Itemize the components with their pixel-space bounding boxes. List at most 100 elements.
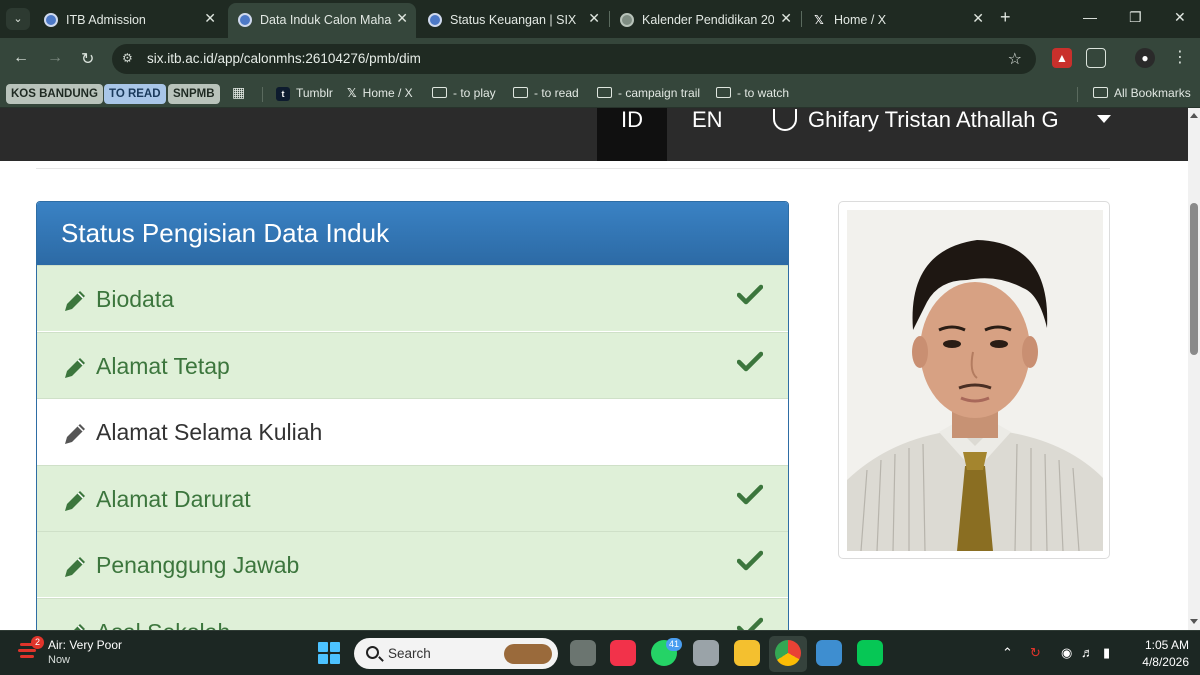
bookmark-snpmb[interactable]: SNPMB — [168, 84, 220, 104]
clock-date[interactable]: 4/8/2026 — [1131, 655, 1189, 669]
camera-icon[interactable] — [693, 640, 719, 666]
wifi-icon[interactable]: ◉ — [1061, 645, 1072, 661]
sync-icon[interactable]: ↻ — [1030, 645, 1041, 661]
bookmark-to-read[interactable]: TO READ — [104, 84, 166, 104]
battery-icon[interactable]: ▮ — [1103, 645, 1110, 661]
status-item[interactable]: Alamat Darurat — [37, 464, 788, 531]
bookmark-folder-campaign-trail[interactable]: - campaign trail — [597, 86, 700, 100]
bookmark-tumblr[interactable]: t Tumblr — [276, 86, 333, 101]
status-item[interactable]: Alamat Tetap — [37, 331, 788, 398]
status-panel: Status Pengisian Data Induk Biodata Alama… — [36, 201, 789, 630]
close-window-icon[interactable]: ✕ — [1174, 9, 1186, 26]
tab-search-chevron-icon[interactable]: ⌄ — [6, 8, 30, 30]
pencil-icon — [65, 291, 85, 311]
status-item[interactable]: Alamat Selama Kuliah — [37, 398, 788, 464]
minimize-icon[interactable]: — — [1083, 9, 1097, 25]
status-item[interactable]: Biodata — [37, 265, 788, 331]
tab-kalender-pendidikan[interactable]: Kalender Pendidikan 2026 ✕ — [610, 3, 800, 35]
itb-icon — [238, 13, 252, 27]
tab-itb-admission[interactable]: ITB Admission ✕ — [34, 3, 224, 35]
taskbar-search[interactable]: Search — [354, 638, 558, 669]
status-item-label[interactable]: Alamat Tetap — [96, 353, 230, 380]
scrollbar-thumb[interactable] — [1190, 203, 1198, 355]
x-icon: 𝕏 — [814, 13, 824, 27]
line-app-icon[interactable] — [857, 640, 883, 666]
globe-icon — [620, 13, 634, 27]
windows-start-icon[interactable] — [318, 642, 340, 664]
tab-data-induk[interactable]: Data Induk Calon Mahasiswa ✕ — [228, 3, 416, 38]
search-highlight-image — [504, 644, 552, 664]
panel-title: Status Pengisian Data Induk — [61, 218, 390, 248]
close-icon[interactable]: ✕ — [972, 10, 984, 27]
file-explorer-icon[interactable] — [734, 640, 760, 666]
status-item-label[interactable]: Asal Sekolah — [96, 619, 230, 631]
all-bookmarks[interactable]: All Bookmarks — [1093, 86, 1191, 100]
extensions-icon[interactable] — [1086, 48, 1106, 68]
bookmark-folder-to-watch[interactable]: - to watch — [716, 86, 789, 100]
chevron-up-icon[interactable]: ⌃ — [1002, 645, 1013, 661]
task-view-icon[interactable] — [570, 640, 596, 666]
pencil-icon — [65, 357, 85, 378]
address-bar[interactable]: ⚙ six.itb.ac.id/app/calonmhs:26104276/pm… — [112, 44, 1036, 74]
browser-tab-bar: ⌄ ITB Admission ✕ Data Induk Calon Mahas… — [0, 0, 1200, 38]
scroll-down-arrow-icon[interactable] — [1190, 619, 1198, 624]
bookmark-label: - to read — [534, 86, 579, 100]
profile-avatar[interactable]: ● — [1135, 48, 1155, 68]
back-icon[interactable]: ← — [13, 49, 29, 67]
divider — [36, 168, 1110, 169]
bookmark-label: Home / X — [362, 86, 413, 100]
close-icon[interactable]: ✕ — [780, 10, 792, 27]
tab-title: Status Keuangan | SIX — [450, 13, 577, 27]
language-en-button[interactable]: EN — [692, 108, 723, 132]
pencil-icon — [65, 557, 85, 577]
caret-down-icon[interactable] — [1097, 115, 1111, 123]
site-navbar: ID EN Ghifary Tristan Athallah G — [0, 108, 1188, 161]
tab-title: Home / X — [834, 13, 887, 27]
close-icon[interactable]: ✕ — [588, 10, 600, 27]
music-app-icon[interactable] — [610, 640, 636, 666]
user-menu-name[interactable]: Ghifary Tristan Athallah G — [808, 108, 1059, 132]
search-placeholder: Search — [388, 646, 431, 661]
status-item-label[interactable]: Biodata — [96, 286, 174, 313]
tab-home-x[interactable]: 𝕏 Home / X ✕ — [802, 3, 992, 35]
bookmark-folder-to-play[interactable]: - to play — [432, 86, 496, 100]
status-item-label[interactable]: Alamat Selama Kuliah — [96, 419, 322, 446]
bookmark-home-x[interactable]: 𝕏 Home / X — [347, 86, 413, 100]
chrome-icon[interactable] — [775, 640, 801, 666]
browser-toolbar: ← → ↻ ⚙ six.itb.ac.id/app/calonmhs:26104… — [0, 38, 1200, 80]
bookmark-folder-to-read[interactable]: - to read — [513, 86, 579, 100]
status-item[interactable]: Penanggung Jawab — [37, 531, 788, 597]
folder-icon — [716, 87, 731, 98]
language-id-button[interactable]: ID — [597, 108, 667, 161]
clock-time[interactable]: 1:05 AM — [1137, 638, 1189, 652]
folder-icon — [432, 87, 447, 98]
notepad-icon[interactable] — [816, 640, 842, 666]
tab-status-keuangan[interactable]: Status Keuangan | SIX ✕ — [418, 3, 608, 35]
volume-icon[interactable]: ♬ — [1081, 645, 1094, 660]
bookmark-star-icon[interactable]: ☆ — [1008, 49, 1022, 69]
bookmark-kos-bandung[interactable]: KOS BANDUNG — [6, 84, 103, 104]
status-item-label[interactable]: Alamat Darurat — [96, 486, 251, 513]
status-item[interactable]: Asal Sekolah — [37, 597, 788, 631]
forward-icon[interactable]: → — [47, 49, 63, 67]
page-content: ID EN Ghifary Tristan Athallah G Status … — [0, 108, 1188, 630]
status-item-label[interactable]: Penanggung Jawab — [96, 552, 299, 579]
url-text[interactable]: six.itb.ac.id/app/calonmhs:26104276/pmb/… — [147, 51, 421, 66]
apps-grid-icon[interactable]: ▦ — [232, 84, 245, 101]
user-circle-icon[interactable] — [773, 109, 797, 131]
new-tab-icon[interactable]: + — [1000, 7, 1011, 28]
close-icon[interactable]: ✕ — [204, 10, 216, 27]
reload-icon[interactable]: ↻ — [81, 49, 94, 69]
scroll-up-arrow-icon[interactable] — [1190, 113, 1198, 118]
close-icon[interactable]: ✕ — [396, 10, 408, 27]
restore-icon[interactable]: ❐ — [1129, 9, 1142, 26]
check-icon — [737, 484, 763, 504]
more-menu-icon[interactable]: ⋮ — [1170, 48, 1190, 68]
pdf-extension-icon[interactable]: ▲ — [1052, 48, 1072, 68]
tab-title: Kalender Pendidikan 2026 — [642, 13, 774, 27]
bookmark-label: All Bookmarks — [1114, 86, 1191, 100]
site-settings-icon[interactable]: ⚙ — [122, 51, 138, 67]
check-icon — [737, 351, 763, 371]
bookmark-separator — [1077, 87, 1078, 102]
page-scrollbar[interactable] — [1188, 108, 1200, 630]
